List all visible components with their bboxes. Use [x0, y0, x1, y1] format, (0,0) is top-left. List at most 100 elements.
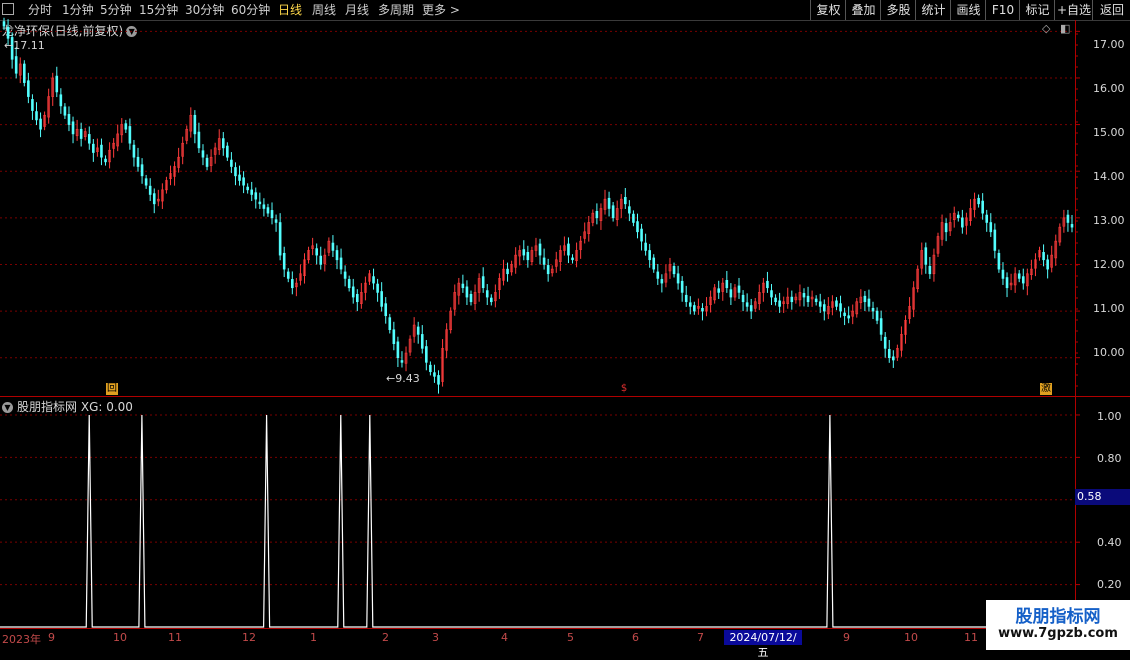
- candle-body: [802, 293, 806, 298]
- candle-body: [140, 164, 144, 177]
- candle-body: [100, 144, 103, 158]
- candle-body: [469, 293, 473, 303]
- date-label: 10: [904, 631, 918, 644]
- candle-body: [380, 291, 383, 307]
- candle-body: [315, 248, 318, 256]
- y-tick: 13.00: [1093, 214, 1125, 227]
- candle-body: [538, 243, 542, 256]
- candle-body: [246, 186, 249, 191]
- candle-body: [481, 276, 485, 289]
- date-label: 9: [48, 631, 55, 644]
- candle-body: [652, 257, 656, 270]
- candle-body: [230, 159, 233, 167]
- candle-body: [14, 56, 18, 74]
- candle-body: [270, 210, 274, 219]
- candle-body: [437, 375, 440, 385]
- candle-body: [944, 223, 948, 233]
- incentive-marker-icon[interactable]: 激: [1040, 383, 1052, 395]
- candle-body: [23, 63, 26, 83]
- candle-body: [429, 364, 432, 372]
- indicator-y-tick: 1.00: [1097, 410, 1122, 423]
- candle-body: [392, 329, 396, 345]
- candle-body: [433, 372, 436, 377]
- indicator-y-tick: 0.40: [1097, 536, 1122, 549]
- candle-body: [35, 111, 38, 121]
- candle-body: [542, 257, 546, 265]
- y-tick: 17.00: [1093, 38, 1125, 51]
- selected-date-badge: 2024/07/12/五: [724, 630, 802, 659]
- date-label: 5: [567, 631, 574, 644]
- candle-body: [1066, 214, 1070, 223]
- candle-body: [197, 131, 201, 149]
- candle-body: [607, 197, 611, 209]
- date-label: 10: [113, 631, 127, 644]
- candle-body: [351, 286, 355, 298]
- candle-body: [871, 307, 875, 312]
- candle-body: [339, 257, 343, 270]
- candle-body: [644, 242, 647, 251]
- candle-body: [144, 178, 148, 186]
- candle-body: [291, 279, 294, 289]
- candle-body: [201, 150, 205, 158]
- candle-body: [879, 318, 883, 335]
- indicator-y-tick: 0.80: [1097, 452, 1122, 465]
- panel-toggle-icon[interactable]: ◧: [1060, 22, 1070, 35]
- candle-body: [790, 296, 794, 303]
- candle-body: [31, 99, 34, 111]
- candle-body: [770, 290, 773, 298]
- candle-body: [465, 286, 469, 298]
- candle-body: [737, 285, 741, 293]
- date-label: 2023年: [2, 633, 41, 646]
- date-label: 1: [310, 631, 317, 644]
- y-tick: 12.00: [1093, 258, 1125, 271]
- candle-body: [567, 243, 570, 256]
- candle-body: [355, 293, 359, 303]
- date-label: 11: [964, 631, 978, 644]
- candle-body: [611, 205, 615, 219]
- candle-body: [725, 280, 729, 289]
- candle-body: [59, 94, 63, 107]
- candle-body: [79, 128, 83, 139]
- watermark-url: www.7gpzb.com: [998, 626, 1118, 641]
- candle-body: [526, 252, 530, 261]
- candle-body: [254, 192, 258, 200]
- candle-body: [1017, 273, 1021, 279]
- candle-body: [818, 301, 822, 307]
- price-chart[interactable]: [0, 0, 1130, 650]
- candle-body: [396, 341, 400, 359]
- candle-body: [571, 257, 574, 261]
- candle-body: [319, 255, 323, 265]
- candle-body: [193, 114, 197, 135]
- dividend-marker-icon[interactable]: $: [618, 383, 630, 395]
- date-label: 2: [382, 631, 389, 644]
- candle-body: [839, 303, 842, 312]
- candle-body: [420, 334, 424, 349]
- candle-body: [1001, 269, 1005, 279]
- candle-body: [331, 242, 335, 251]
- candle-body: [863, 295, 867, 303]
- candle-body: [660, 279, 664, 284]
- candle-body: [546, 265, 550, 275]
- candle-body: [595, 210, 599, 219]
- candle-body: [2, 21, 6, 27]
- candle-body: [1021, 276, 1025, 284]
- candle-body: [55, 75, 59, 93]
- candle-body: [242, 177, 245, 186]
- candle-body: [701, 307, 704, 312]
- diamond-icon[interactable]: ◇: [1042, 22, 1050, 35]
- candle-body: [205, 157, 209, 167]
- candle-body: [221, 138, 225, 149]
- low-price-label: ←9.43: [386, 372, 420, 385]
- candle-body: [266, 207, 270, 214]
- candle-body: [693, 305, 696, 312]
- event-marker-icon[interactable]: 回: [106, 383, 118, 395]
- candle-body: [148, 185, 152, 195]
- candle-body: [132, 144, 136, 158]
- y-tick: 15.00: [1093, 126, 1125, 139]
- date-label: 12: [242, 631, 256, 644]
- candle-body: [961, 217, 964, 228]
- candle-body: [335, 250, 339, 261]
- candle-body: [928, 266, 932, 275]
- candle-body: [384, 303, 388, 317]
- candle-body: [628, 206, 631, 214]
